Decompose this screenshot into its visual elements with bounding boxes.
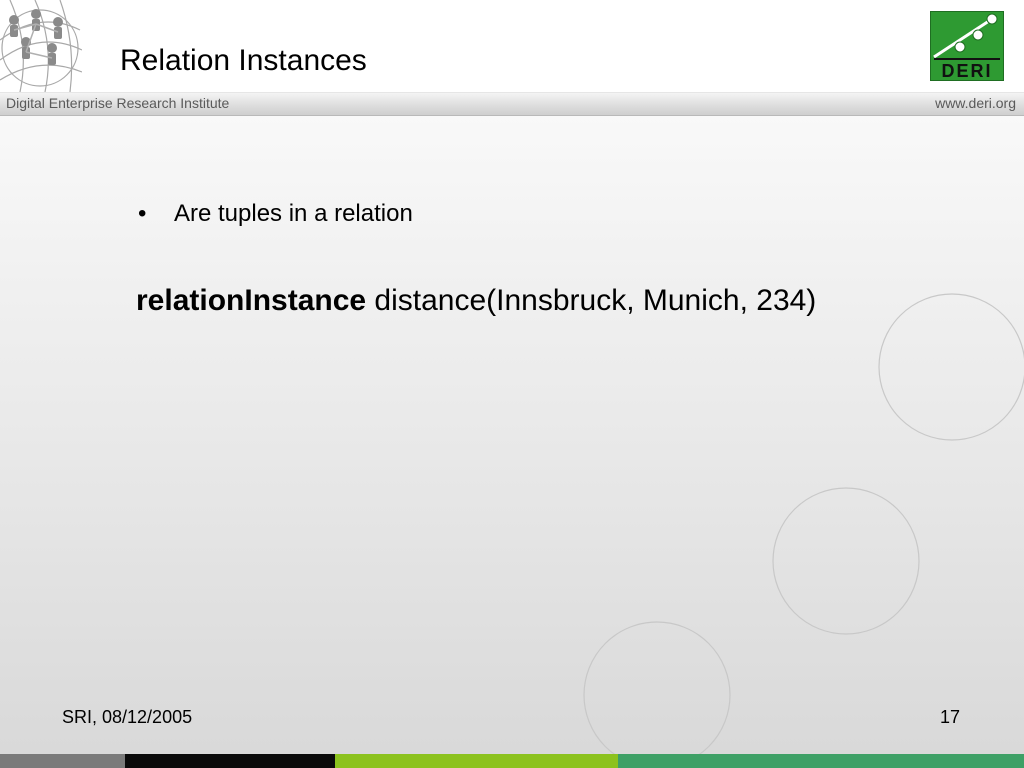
network-globe-icon — [0, 0, 82, 92]
footer-date: SRI, 08/12/2005 — [62, 707, 193, 727]
bullet-text: Are tuples in a relation — [174, 200, 413, 227]
institute-name: Digital Enterprise Research Institute — [6, 95, 230, 111]
deri-logo: DERI — [930, 11, 1004, 81]
relation-instance-statement: relationInstance distance(Innsbruck, Mun… — [136, 284, 816, 318]
bar-segment-green — [618, 754, 1024, 768]
logo-wordmark: DERI — [941, 61, 992, 81]
page-number: 17 — [940, 707, 961, 727]
institute-website: www.deri.org — [935, 95, 1016, 111]
bottom-color-bar — [0, 754, 1024, 768]
slide-header: Relation Instances DERI — [0, 0, 1024, 92]
bar-segment-gray — [0, 754, 125, 768]
bar-segment-black — [125, 754, 335, 768]
keyword: relationInstance — [136, 284, 367, 317]
bullet-symbol: • — [138, 200, 147, 227]
bar-segment-lime — [335, 754, 618, 768]
statement-text: distance(Innsbruck, Munich, 234) — [366, 284, 817, 317]
slide-title: Relation Instances — [120, 44, 367, 77]
institute-banner: Digital Enterprise Research Institute ww… — [0, 92, 1024, 116]
